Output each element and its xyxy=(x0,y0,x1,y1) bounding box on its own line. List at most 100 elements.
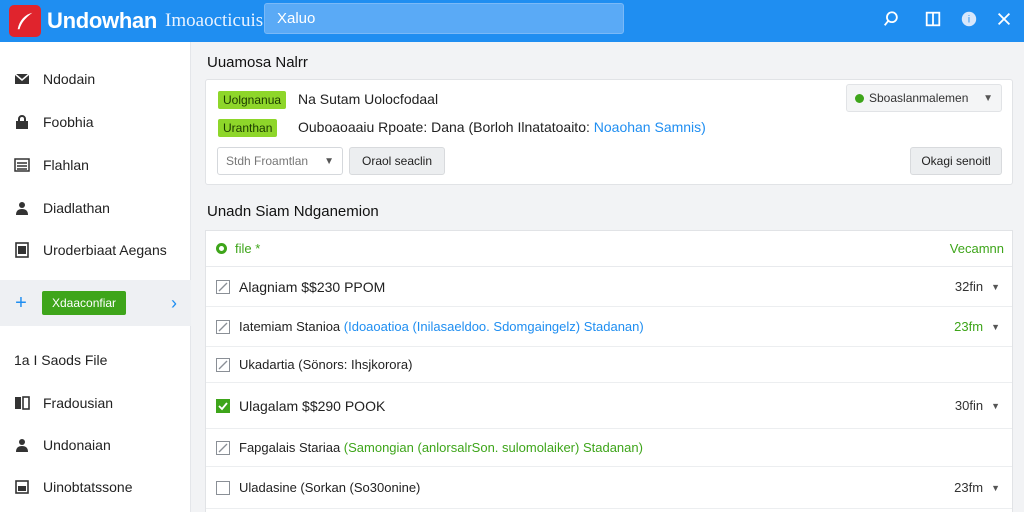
status-dropdown[interactable]: Sboaslanmalemen ▼ xyxy=(846,84,1002,112)
status-badge: Uranthan xyxy=(218,119,278,137)
sidebar-section-label: 1a I Saods File xyxy=(14,352,108,368)
row-text-link[interactable]: (Samongian (anlorsalrSon. sulomolaiker) xyxy=(344,440,580,455)
row-text: Uladasine (Sorkan (So30onine) xyxy=(239,480,421,495)
document-icon xyxy=(14,242,30,258)
checkbox[interactable] xyxy=(216,319,230,334)
sidebar-item-ndodain[interactable]: Ndodain xyxy=(0,62,191,96)
filter-select-value: Stdh Froamtlan xyxy=(226,154,309,168)
column-header-file[interactable]: file * xyxy=(235,241,260,256)
table-row[interactable]: Iatemiam Stanioa (Idoaoatioa (Inilasaeld… xyxy=(206,307,1012,347)
row-meta-value: 30fin xyxy=(954,398,984,413)
xdaaconfiar-button[interactable]: Xdaaconfiar xyxy=(42,291,127,315)
app-name: Undowhan xyxy=(47,8,158,33)
checkbox[interactable] xyxy=(216,440,230,455)
panel-line-2-link[interactable]: Noaohan Samnis) xyxy=(594,119,706,135)
row-meta-value: 32fin xyxy=(954,279,984,294)
panel-line-2-text: Ouboaoaaiu Rpoate: Dana (Borloh Ilnatato… xyxy=(298,119,590,135)
chevron-down-icon: ▼ xyxy=(324,155,334,167)
row-meta-value: 23fm xyxy=(954,480,984,495)
row-text: Fapgalais Stariaa (Samongian (anlorsalrS… xyxy=(239,440,643,455)
row-meta: 32fin ▼ xyxy=(955,279,1000,294)
sidebar-item-uinobtatssone[interactable]: Uinobtatssone xyxy=(0,470,191,504)
checkbox[interactable] xyxy=(216,357,230,372)
user-icon xyxy=(14,200,30,216)
row-text: Ukadartia (Sönors: Ihsjkorora) xyxy=(239,357,413,372)
sidebar-item-undonaian[interactable]: Undonaian xyxy=(0,428,191,462)
row-meta: 23fm ▼ xyxy=(954,319,1000,334)
panel-line-2: Ouboaoaaiu Rpoate: Dana (Borloh Ilnatato… xyxy=(298,119,706,135)
row-text-part: Fapgalais Stariaa xyxy=(239,440,344,455)
chevron-right-icon[interactable]: › xyxy=(171,293,177,314)
sidebar-item-flahlan[interactable]: Flahlan xyxy=(0,148,191,182)
sidebar-item-label: Fradousian xyxy=(43,395,114,411)
sidebar-item-active[interactable]: + Xdaaconfiar › xyxy=(0,280,191,326)
svg-text:i: i xyxy=(968,15,970,26)
row-text: Alagniam $$230 PPOM xyxy=(239,278,386,295)
feather-icon xyxy=(17,12,33,30)
sidebar: Ndodain Foobhia Flahlan Diadlathan Urode… xyxy=(0,42,191,512)
status-badge: Uolgnanua xyxy=(218,91,287,109)
row-text-link[interactable]: Sdomgaingelz) Stadanan) xyxy=(490,319,643,334)
plus-icon[interactable]: + xyxy=(14,292,28,315)
row-text: Iatemiam Stanioa (Idoaoatioa (Inilasaeld… xyxy=(239,319,644,334)
table-row[interactable]: Ukadartia (Sönors: Ihsjkorora) xyxy=(206,347,1012,383)
sidebar-item-label: Uinobtatssone xyxy=(43,479,133,495)
checkbox[interactable] xyxy=(216,480,230,495)
action-button[interactable]: Okagi senoitl xyxy=(910,147,1002,175)
filter-panel: Uolgnanua Na Sutam Uolocfodaal Uranthan … xyxy=(205,79,1013,185)
app-header: Undowhan Imoaocticuis i xyxy=(0,0,1024,42)
checkbox-checked[interactable] xyxy=(216,398,230,413)
file-table: file * Vecamnn Alagniam $$230 PPOM 32fin… xyxy=(205,230,1013,512)
sidebar-item-fradousian[interactable]: Fradousian xyxy=(0,386,191,420)
lock-icon xyxy=(14,114,30,130)
table-row[interactable]: Ulagalam $$290 POOK 30fin ▼ xyxy=(206,383,1012,429)
table-row[interactable]: Fapgalais Stariaa (Samongian (anlorsalrS… xyxy=(206,429,1012,467)
inbox-icon xyxy=(14,71,30,87)
sidebar-item-diadlathan[interactable]: Diadlathan xyxy=(0,191,191,225)
app-subtitle: Imoaocticuis xyxy=(165,10,264,31)
column-header-version[interactable]: Vecamnn xyxy=(950,241,1004,256)
pages-icon xyxy=(14,395,30,411)
row-meta: 30fin ▼ xyxy=(955,398,1000,413)
row-meta-value: 23fm xyxy=(954,319,984,334)
close-icon[interactable] xyxy=(993,8,1015,30)
chevron-down-icon: ▼ xyxy=(983,92,993,104)
table-title: Unadn Siam Ndganemion xyxy=(207,203,379,220)
panel-title: Uuamosa Nalrr xyxy=(207,54,308,71)
table-header: file * Vecamnn xyxy=(206,231,1012,267)
sidebar-item-label: Flahlan xyxy=(43,157,89,173)
search-button[interactable]: Oraol seaclin xyxy=(349,147,445,175)
status-dot-icon xyxy=(855,93,864,103)
sidebar-item-foobhia[interactable]: Foobhia xyxy=(0,105,191,139)
table-row[interactable]: Alagniam $$230 PPOM 32fin ▼ xyxy=(206,267,1012,307)
chevron-down-icon[interactable]: ▼ xyxy=(991,401,1000,411)
row-text-part: Iatemiam Stanioa xyxy=(239,319,344,334)
chevron-down-icon[interactable]: ▼ xyxy=(991,483,1000,493)
sidebar-item-label: Foobhia xyxy=(43,114,94,130)
filter-select[interactable]: Stdh Froamtlan ▼ xyxy=(217,147,343,175)
person-icon xyxy=(14,437,30,453)
help-icon[interactable]: i xyxy=(958,8,980,30)
list-icon xyxy=(14,157,30,173)
radio-icon[interactable] xyxy=(216,243,227,254)
panel-line-1: Na Sutam Uolocfodaal xyxy=(298,91,439,107)
row-text-link[interactable]: (Idoaoatioa (Inilasaeldoo. xyxy=(344,319,490,334)
sidebar-item-label: Undonaian xyxy=(43,437,111,453)
row-text: Ulagalam $$290 POOK xyxy=(239,397,386,414)
chevron-down-icon[interactable]: ▼ xyxy=(991,282,1000,292)
table-row[interactable]: Uladasine (Sorkan (So30onine) 23fm ▼ xyxy=(206,467,1012,509)
sidebar-item-label: Ndodain xyxy=(43,71,96,87)
search-input[interactable] xyxy=(264,3,624,34)
row-meta: 23fm ▼ xyxy=(954,480,1000,495)
sidebar-item-label: Uroderbiaat Aegans xyxy=(43,242,167,258)
dropdown-value: Sboaslanmalemen xyxy=(869,91,969,105)
app-logo[interactable] xyxy=(9,5,41,37)
columns-icon[interactable] xyxy=(922,8,944,30)
sidebar-item-aegans[interactable]: Uroderbiaat Aegans xyxy=(0,233,191,267)
chevron-down-icon[interactable]: ▼ xyxy=(991,322,1000,332)
sidebar-item-label: Diadlathan xyxy=(43,200,110,216)
checkbox[interactable] xyxy=(216,279,230,294)
search-icon[interactable] xyxy=(880,8,902,30)
row-text-link[interactable]: Stadanan) xyxy=(579,440,643,455)
grid-icon xyxy=(14,479,30,495)
